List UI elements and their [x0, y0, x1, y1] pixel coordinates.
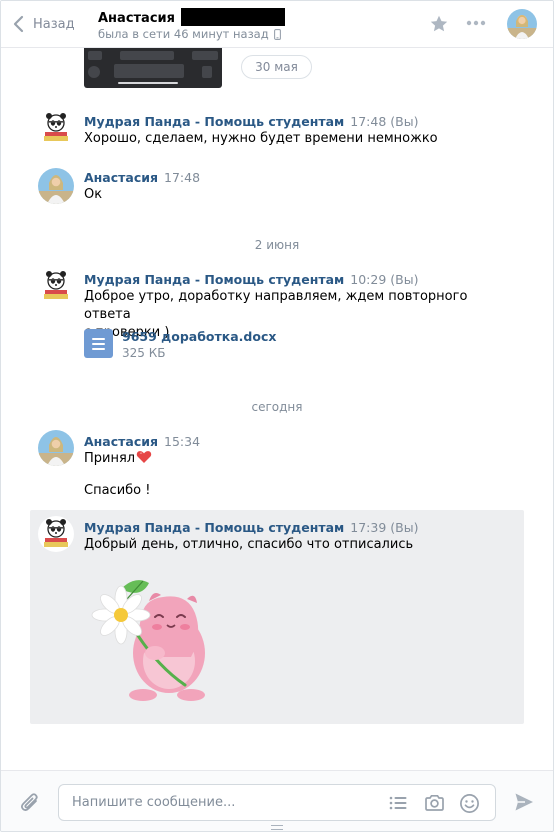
- peer-avatar[interactable]: [507, 9, 537, 39]
- date-separator: сегодня: [251, 400, 303, 414]
- message-text: Добрый день, отлично, спасибо что отписа…: [84, 537, 414, 552]
- back-button[interactable]: Назад: [13, 13, 75, 35]
- chevron-left-icon: [13, 15, 24, 33]
- chat-window: Назад Анастасия была в сети 46 минут наз…: [0, 0, 554, 832]
- doc-icon: [84, 329, 113, 358]
- chat-header: Назад Анастасия была в сети 46 минут наз…: [1, 1, 553, 48]
- redacted-surname: [180, 8, 285, 26]
- message-text: Спасибо !: [84, 483, 151, 498]
- message-text-line: Доброе утро, доработку направляем, ждем …: [84, 289, 468, 322]
- panda-avatar[interactable]: [38, 516, 74, 552]
- doc-attachment[interactable]: 9659 доработка.docx 325 КБ: [84, 329, 276, 361]
- paperclip-icon[interactable]: [19, 791, 41, 815]
- send-icon[interactable]: [513, 791, 535, 813]
- message-time[interactable]: 17:39 (Вы): [350, 520, 418, 535]
- message-header: Мудрая Панда - Помощь студентам 10:29 (Вы…: [84, 272, 418, 287]
- phone-icon: [273, 28, 281, 40]
- peer-name[interactable]: Анастасия: [98, 8, 285, 26]
- author-name[interactable]: Анастасия: [84, 170, 158, 185]
- heart-emoji: [136, 451, 152, 463]
- templates-icon[interactable]: [388, 793, 408, 813]
- message-text: Принял: [84, 450, 484, 468]
- doc-size: 325 КБ: [122, 346, 166, 360]
- peer-status-text: была в сети 46 минут назад: [98, 27, 269, 41]
- user-avatar[interactable]: [38, 430, 74, 466]
- message-header: Мудрая Панда - Помощь студентам 17:48 (Вы…: [84, 114, 418, 129]
- panda-avatar[interactable]: [38, 268, 74, 304]
- peer-name-text: Анастасия: [98, 11, 175, 26]
- emoji-icon[interactable]: [459, 793, 480, 814]
- message-input[interactable]: Напишите сообщение...: [58, 784, 496, 821]
- message-text: Ок: [84, 187, 103, 202]
- hamster-flower-sticker[interactable]: [91, 573, 219, 703]
- author-name[interactable]: Мудрая Панда - Помощь студентам: [84, 272, 344, 287]
- message-composer: Напишите сообщение...: [1, 770, 553, 831]
- message-time[interactable]: 15:34: [164, 434, 200, 449]
- more-icon[interactable]: [466, 20, 486, 26]
- message-time[interactable]: 17:48: [164, 170, 200, 185]
- author-name[interactable]: Мудрая Панда - Помощь студентам: [84, 520, 344, 535]
- message-text-line: Принял: [84, 451, 136, 466]
- back-label: Назад: [33, 16, 75, 32]
- author-name[interactable]: Анастасия: [84, 434, 158, 449]
- message-time[interactable]: 17:48 (Вы): [350, 114, 418, 129]
- star-icon[interactable]: [429, 14, 449, 34]
- peer-status: была в сети 46 минут назад: [98, 27, 281, 41]
- message-header: Анастасия 15:34: [84, 434, 200, 449]
- panda-avatar[interactable]: [38, 110, 74, 146]
- user-avatar[interactable]: [38, 168, 74, 204]
- message-history[interactable]: 30 мая Мудрая Панда - Помощь студентам 17…: [1, 48, 553, 770]
- message-input-placeholder: Напишите сообщение...: [72, 795, 236, 810]
- message-time[interactable]: 10:29 (Вы): [350, 272, 418, 287]
- message-header: Анастасия 17:48: [84, 170, 200, 185]
- camera-icon[interactable]: [424, 793, 445, 813]
- message-header: Мудрая Панда - Помощь студентам 17:39 (Вы…: [84, 520, 418, 535]
- resize-grip[interactable]: [271, 825, 283, 830]
- message-text: Хорошо, сделаем, нужно будет времени нем…: [84, 131, 438, 146]
- floating-date-pill: 30 мая: [241, 55, 312, 79]
- author-name[interactable]: Мудрая Панда - Помощь студентам: [84, 114, 344, 129]
- doc-name[interactable]: 9659 доработка.docx: [122, 329, 276, 345]
- date-separator: 2 июня: [254, 238, 300, 252]
- previous-photo-attachment[interactable]: [84, 48, 222, 88]
